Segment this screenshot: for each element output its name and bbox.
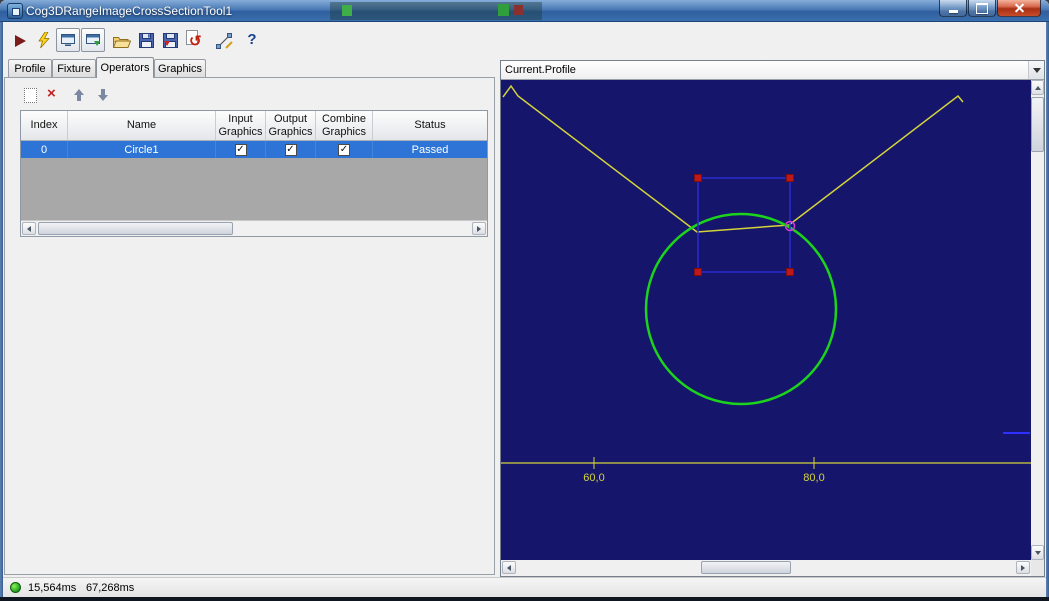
cell-output-graphics: ✓: [266, 141, 316, 158]
reset-icon: ↺: [189, 32, 202, 50]
col-header-input-graphics[interactable]: Input Graphics: [216, 111, 266, 140]
show-image-button[interactable]: [56, 28, 80, 52]
move-up-icon[interactable]: [72, 87, 86, 103]
new-operator-icon[interactable]: [24, 88, 37, 103]
slope-tool-button[interactable]: [212, 28, 236, 52]
show-image-options-button[interactable]: [81, 28, 105, 52]
scroll-thumb[interactable]: [701, 561, 791, 574]
table-row[interactable]: 0 Circle1 ✓ ✓ ✓ Passed: [21, 141, 487, 158]
floppy-arrow-icon: [163, 33, 178, 48]
region-rectangle[interactable]: [698, 178, 790, 272]
scroll-down-icon[interactable]: [1031, 545, 1044, 560]
tab-operators[interactable]: Operators: [96, 57, 154, 78]
move-down-icon[interactable]: [96, 87, 110, 103]
open-folder-icon: [113, 35, 131, 48]
scroll-right-icon[interactable]: [1016, 561, 1030, 574]
output-graphics-checkbox[interactable]: ✓: [285, 144, 297, 156]
grid-header: Index Name Input Graphics Output Graphic…: [21, 111, 487, 141]
cell-status: Passed: [373, 141, 487, 158]
profile-canvas[interactable]: 60,0 80,0: [501, 80, 1031, 560]
help-icon: ?: [247, 31, 256, 48]
background-window-artifact: [498, 4, 509, 16]
cell-combine-graphics: ✓: [316, 141, 373, 158]
scroll-left-icon[interactable]: [502, 561, 516, 574]
window-title: Cog3DRangeImageCrossSectionTool1: [26, 4, 232, 18]
tab-fixture[interactable]: Fixture: [52, 59, 96, 78]
background-window-artifact: [330, 2, 542, 20]
scrollbar-corner: [1031, 560, 1044, 576]
lightning-icon: [37, 32, 51, 49]
cell-input-graphics: ✓: [216, 141, 266, 158]
tab-profile[interactable]: Profile: [8, 59, 52, 78]
app-window: Cog3DRangeImageCrossSectionTool1 ↺ ?: [0, 0, 1049, 601]
display-vertical-scrollbar[interactable]: [1031, 80, 1044, 560]
corner-handle[interactable]: [787, 175, 794, 182]
grid-empty-area: [21, 158, 487, 220]
status-bar: 15,564ms 67,268ms: [0, 577, 1049, 597]
profile-graphics: 60,0 80,0: [501, 80, 1031, 560]
cell-name: Circle1: [68, 141, 216, 158]
scroll-thumb[interactable]: [38, 222, 233, 235]
grid-horizontal-scrollbar[interactable]: [21, 220, 487, 236]
col-header-status[interactable]: Status: [373, 111, 487, 140]
input-graphics-checkbox[interactable]: ✓: [235, 144, 247, 156]
help-button[interactable]: ?: [240, 27, 264, 51]
axis-label: 60,0: [583, 472, 604, 484]
open-file-button[interactable]: [110, 29, 134, 53]
chevron-down-icon[interactable]: [1028, 61, 1044, 79]
corner-handle[interactable]: [695, 175, 702, 182]
combine-graphics-checkbox[interactable]: ✓: [338, 144, 350, 156]
display-record-label: Current.Profile: [505, 64, 576, 76]
col-header-output-graphics[interactable]: Output Graphics: [266, 111, 316, 140]
floppy-icon: [139, 33, 154, 48]
delete-operator-icon[interactable]: ×: [47, 87, 56, 101]
display-record-selector[interactable]: Current.Profile: [501, 61, 1044, 80]
minimize-button[interactable]: [939, 0, 967, 17]
save-results-button[interactable]: [158, 28, 182, 52]
save-button[interactable]: [134, 28, 158, 52]
scroll-left-icon[interactable]: [22, 222, 36, 235]
electric-run-button[interactable]: [32, 28, 56, 52]
display-horizontal-scrollbar[interactable]: [501, 560, 1031, 576]
profile-polyline: [503, 86, 963, 232]
corner-handle[interactable]: [787, 269, 794, 276]
col-header-index[interactable]: Index: [21, 111, 68, 140]
total-time: 67,268ms: [86, 582, 134, 594]
title-bar[interactable]: Cog3DRangeImageCrossSectionTool1: [0, 0, 1049, 22]
corner-handle[interactable]: [695, 269, 702, 276]
run-button[interactable]: [8, 29, 32, 53]
background-window-artifact: [514, 5, 523, 15]
axis-label: 80,0: [803, 472, 824, 484]
app-icon[interactable]: [7, 3, 23, 19]
col-header-combine-graphics[interactable]: Combine Graphics: [316, 111, 373, 140]
status-led-icon: [10, 582, 21, 593]
operators-grid: Index Name Input Graphics Output Graphic…: [20, 110, 488, 237]
col-header-name[interactable]: Name: [68, 111, 216, 140]
process-time: 15,564ms: [28, 582, 76, 594]
window-border-bottom: [0, 597, 1049, 601]
window-border-left: [0, 22, 3, 597]
image-window-icon: [61, 34, 76, 47]
tab-graphics[interactable]: Graphics: [154, 59, 206, 78]
scroll-thumb[interactable]: [1031, 97, 1044, 152]
play-icon: [15, 35, 26, 47]
display-panel: Current.Profile 60,0 80,0: [500, 60, 1045, 577]
background-window-artifact: [342, 5, 352, 16]
cell-index: 0: [21, 141, 68, 158]
slope-icon: [216, 32, 233, 49]
maximize-button[interactable]: [968, 0, 996, 17]
reset-button[interactable]: ↺: [183, 28, 207, 52]
scroll-up-icon[interactable]: [1031, 80, 1044, 95]
scroll-right-icon[interactable]: [472, 222, 486, 235]
image-window-arrow-icon: [86, 34, 101, 47]
result-circle: [646, 214, 836, 404]
close-button[interactable]: [997, 0, 1041, 17]
